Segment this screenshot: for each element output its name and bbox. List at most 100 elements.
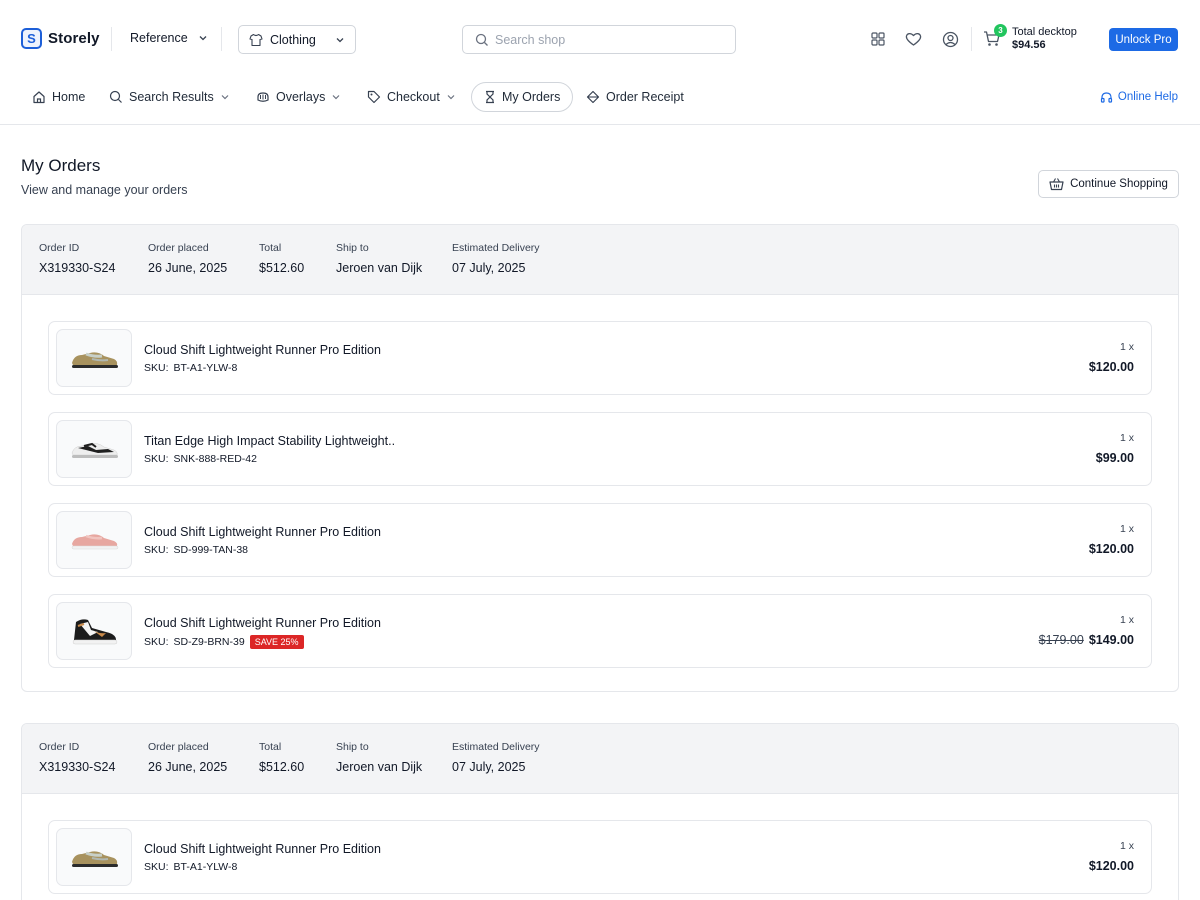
order-item[interactable]: Cloud Shift Lightweight Runner Pro Editi… [48,503,1152,577]
price-value: $99.00 [1095,451,1134,465]
item-quantity: 1 x [1119,840,1134,852]
delivery-block: Estimated Delivery 07 July, 2025 [452,242,540,275]
product-name[interactable]: Cloud Shift Lightweight Runner Pro Editi… [144,525,381,539]
nav-item-home[interactable]: Home [32,82,85,112]
order-total-block: Total $512.60 [259,741,304,774]
cart-total-label: Total decktop [1012,26,1077,38]
ship-to-block: Ship to Jeroen van Dijk [336,741,422,774]
tag-icon [367,90,381,104]
sku-label: SKU: [144,636,169,648]
product-thumbnail[interactable] [56,329,132,387]
price-value: $149.00 [1088,633,1134,647]
product-name[interactable]: Cloud Shift Lightweight Runner Pro Editi… [144,842,381,856]
headset-icon [1100,91,1113,103]
order-total-value: $512.60 [259,760,305,774]
category-label: Clothing [270,32,316,47]
product-sku: SKU: SD-999-TAN-38 [144,544,248,556]
search-icon [475,33,488,46]
order-item[interactable]: Titan Edge High Impact Stability Lightwe… [48,412,1152,486]
search-input[interactable] [495,32,715,47]
online-help-link[interactable]: Online Help [1100,82,1178,112]
chevron-down-icon [447,95,455,100]
order-total-value: $512.60 [259,261,305,275]
nav-item-checkout[interactable]: Checkout [367,82,456,112]
unlock-pro-button[interactable]: Unlock Pro [1109,28,1178,51]
layers-icon [257,92,269,102]
product-sku: SKU: SD-Z9-BRN-39 SAVE 25% [144,635,304,649]
grid-icon[interactable] [869,30,887,48]
delivery-label: Estimated Delivery [452,242,540,254]
order-placed-value: 26 June, 2025 [148,760,228,774]
ship-to-value: Jeroen van Dijk [336,760,423,774]
product-thumbnail[interactable] [56,602,132,660]
top-bar: S Storely Reference Clothing 3 Total dec… [0,0,1200,78]
chevron-down-icon [336,37,344,42]
nav-item-order-receipt[interactable]: Order Receipt [586,82,684,112]
chevron-down-icon [332,95,340,100]
nav-item-search-results[interactable]: Search Results [109,82,230,112]
order-placed-block: Order placed 26 June, 2025 [148,242,227,275]
order-card: Order ID X319330-S24 Order placed 26 Jun… [21,224,1179,692]
item-price: $120.00 [1089,542,1134,556]
delivery-label: Estimated Delivery [452,741,540,753]
sku-label: SKU: [144,362,169,374]
shirt-icon [249,33,263,46]
nav-label: Checkout [387,90,440,104]
order-id-value: X319330-S24 [39,261,116,275]
nav-item-overlays[interactable]: Overlays [256,82,341,112]
category-dropdown[interactable]: Clothing [238,25,356,54]
order-id-label: Order ID [39,741,80,753]
heart-icon[interactable] [904,30,922,48]
chevron-down-icon [199,36,207,41]
receipt-icon [586,90,600,104]
cart-total[interactable]: Total decktop $94.56 [1012,26,1077,52]
order-header: Order ID X319330-S24 Order placed 26 Jun… [22,724,1178,794]
product-name[interactable]: Cloud Shift Lightweight Runner Pro Editi… [144,616,381,630]
page-subtitle: View and manage your orders [21,183,188,197]
brand-name: Storely [48,30,100,47]
ship-to-block: Ship to Jeroen van Dijk [336,242,422,275]
price-value: $120.00 [1088,859,1134,873]
product-sku: SKU: BT-A1-YLW-8 [144,861,237,873]
product-sku: SKU: SNK-888-RED-42 [144,453,257,465]
logo-mark: S [21,28,42,49]
sku-label: SKU: [144,861,169,873]
main-nav: Home Search Results Overlays Checkout My… [0,78,1200,125]
product-name[interactable]: Titan Edge High Impact Stability Lightwe… [144,434,395,448]
basket-icon [1049,178,1064,191]
nav-item-my-orders[interactable]: My Orders [471,82,574,112]
order-total-label: Total [259,741,282,753]
order-item[interactable]: Cloud Shift Lightweight Runner Pro Editi… [48,321,1152,395]
sku-value: SD-999-TAN-38 [173,544,249,556]
order-card: Order ID X319330-S24 Order placed 26 Jun… [21,723,1179,900]
item-quantity: 1 x [1119,432,1134,444]
cart-count-badge: 3 [994,24,1007,37]
divider [111,27,112,51]
order-items: Cloud Shift Lightweight Runner Pro Editi… [22,295,1178,668]
page-title: My Orders [21,156,101,175]
cart-total-amount: $94.56 [1012,39,1046,51]
item-price: $99.00 [1096,451,1134,465]
product-thumbnail[interactable] [56,828,132,886]
delivery-block: Estimated Delivery 07 July, 2025 [452,741,540,774]
reference-dropdown[interactable]: Reference [130,31,208,45]
cart-button[interactable]: 3 [983,24,1007,48]
order-placed-block: Order placed 26 June, 2025 [148,741,227,774]
sneaker-image [72,851,118,867]
sku-value: BT-A1-YLW-8 [173,861,238,873]
reference-label: Reference [130,31,188,45]
search-box[interactable] [462,25,736,54]
product-thumbnail[interactable] [56,420,132,478]
product-name[interactable]: Cloud Shift Lightweight Runner Pro Editi… [144,343,381,357]
discount-badge: SAVE 25% [249,635,304,649]
sneaker-image [72,619,118,645]
product-thumbnail[interactable] [56,511,132,569]
user-icon[interactable] [941,30,959,48]
order-item[interactable]: Cloud Shift Lightweight Runner Pro Editi… [48,820,1152,894]
nav-label: Search Results [129,90,214,104]
brand-logo[interactable]: S Storely [21,28,100,49]
item-price: $120.00 [1089,859,1134,873]
ship-to-value: Jeroen van Dijk [336,261,423,275]
continue-shopping-button[interactable]: Continue Shopping [1038,170,1179,198]
order-item[interactable]: Cloud Shift Lightweight Runner Pro Editi… [48,594,1152,668]
